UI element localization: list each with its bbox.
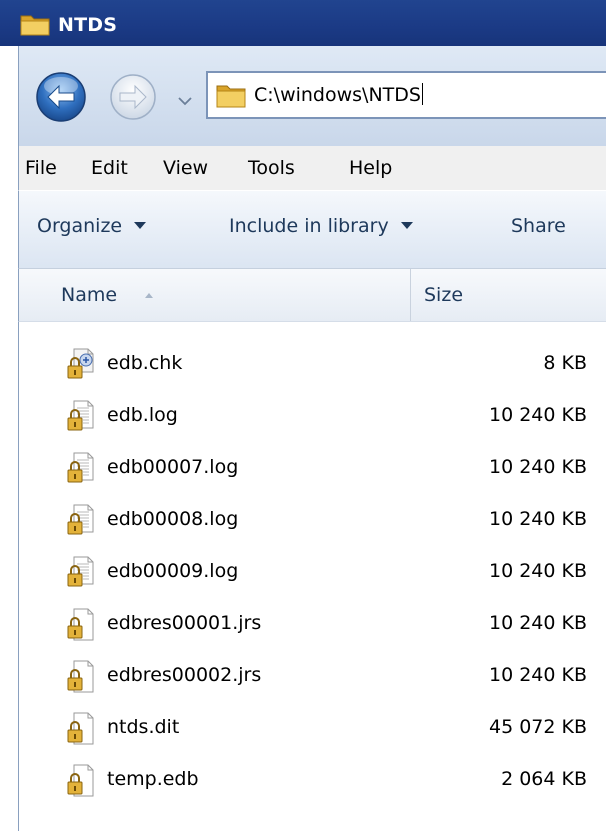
folder-icon — [20, 12, 50, 40]
forward-arrow-icon — [110, 74, 156, 120]
file-size: 10 240 KB — [488, 560, 587, 582]
file-row[interactable]: edbres00002.jrs 10 240 KB — [19, 649, 606, 701]
file-row[interactable]: ntds.dit 45 072 KB — [19, 701, 606, 753]
file-size: 8 KB — [543, 352, 587, 374]
recent-pages-button[interactable] — [177, 92, 193, 106]
text-file-lock-icon — [65, 399, 99, 433]
file-name: edb.chk — [107, 352, 183, 374]
file-size: 10 240 KB — [488, 508, 587, 530]
file-name: edbres00001.jrs — [107, 612, 262, 634]
text-file-lock-icon — [65, 555, 99, 589]
menu-bar: File Edit View Tools Help — [18, 146, 606, 190]
blank-file-lock-icon — [65, 659, 99, 693]
column-size[interactable]: Size — [411, 269, 606, 321]
organize-button[interactable]: Organize — [37, 215, 147, 237]
file-row[interactable]: edb.chk 8 KB — [19, 337, 606, 389]
file-size: 10 240 KB — [488, 456, 587, 478]
file-name: edb.log — [107, 404, 178, 426]
menu-edit[interactable]: Edit — [91, 157, 128, 179]
address-path[interactable]: C:\windows\NTDS — [254, 83, 423, 106]
column-name-label: Name — [61, 284, 118, 306]
file-name: temp.edb — [107, 768, 199, 790]
file-name: edb00009.log — [107, 560, 239, 582]
file-size: 45 072 KB — [488, 716, 587, 738]
file-row[interactable]: edb.log 10 240 KB — [19, 389, 606, 441]
command-bar: Organize Include in library Share — [18, 190, 606, 269]
navigation-bar: C:\windows\NTDS — [18, 46, 606, 146]
column-size-label: Size — [424, 284, 464, 306]
chevron-down-icon — [178, 97, 192, 106]
file-name: ntds.dit — [107, 716, 180, 738]
blank-file-lock-icon — [65, 711, 99, 745]
include-in-library-button[interactable]: Include in library — [229, 215, 413, 237]
blank-file-lock-icon — [65, 607, 99, 641]
column-name[interactable]: Name — [19, 269, 411, 321]
file-name: edb00007.log — [107, 456, 239, 478]
file-row[interactable]: edb00008.log 10 240 KB — [19, 493, 606, 545]
text-file-lock-icon — [65, 451, 99, 485]
dropdown-arrow-icon — [134, 222, 147, 229]
file-name: edb00008.log — [107, 508, 239, 530]
file-row[interactable]: edbres00001.jrs 10 240 KB — [19, 597, 606, 649]
file-list: edb.chk 8 KB edb.log 10 240 KB edb00007.log 1… — [18, 322, 606, 831]
text-file-lock-icon — [65, 503, 99, 537]
sort-ascending-icon — [145, 293, 153, 298]
menu-help[interactable]: Help — [349, 157, 392, 179]
file-row[interactable]: temp.edb 2 064 KB — [19, 753, 606, 805]
share-button[interactable]: Share — [511, 215, 566, 237]
window-title: NTDS — [58, 14, 118, 36]
file-row[interactable]: edb00009.log 10 240 KB — [19, 545, 606, 597]
back-arrow-icon — [36, 72, 86, 122]
dropdown-arrow-icon — [400, 222, 413, 229]
explorer-window: NTDS C:\windows\NTDS File Edit View Tool… — [0, 0, 606, 831]
file-size: 10 240 KB — [488, 404, 587, 426]
menu-tools[interactable]: Tools — [248, 157, 295, 179]
file-size: 10 240 KB — [488, 612, 587, 634]
forward-button[interactable] — [107, 71, 159, 127]
file-size: 2 064 KB — [501, 768, 587, 790]
menu-file[interactable]: File — [25, 157, 57, 179]
column-header: Name Size — [18, 268, 606, 322]
address-bar[interactable]: C:\windows\NTDS — [206, 71, 606, 119]
file-name: edbres00002.jrs — [107, 664, 262, 686]
title-bar[interactable]: NTDS — [0, 0, 606, 46]
file-size: 10 240 KB — [488, 664, 587, 686]
file-row[interactable]: edb00007.log 10 240 KB — [19, 441, 606, 493]
menu-view[interactable]: View — [163, 157, 208, 179]
back-button[interactable] — [35, 71, 87, 127]
blank-file-lock-icon — [65, 763, 99, 797]
chk-file-lock-icon — [65, 347, 99, 381]
folder-icon — [216, 81, 246, 113]
